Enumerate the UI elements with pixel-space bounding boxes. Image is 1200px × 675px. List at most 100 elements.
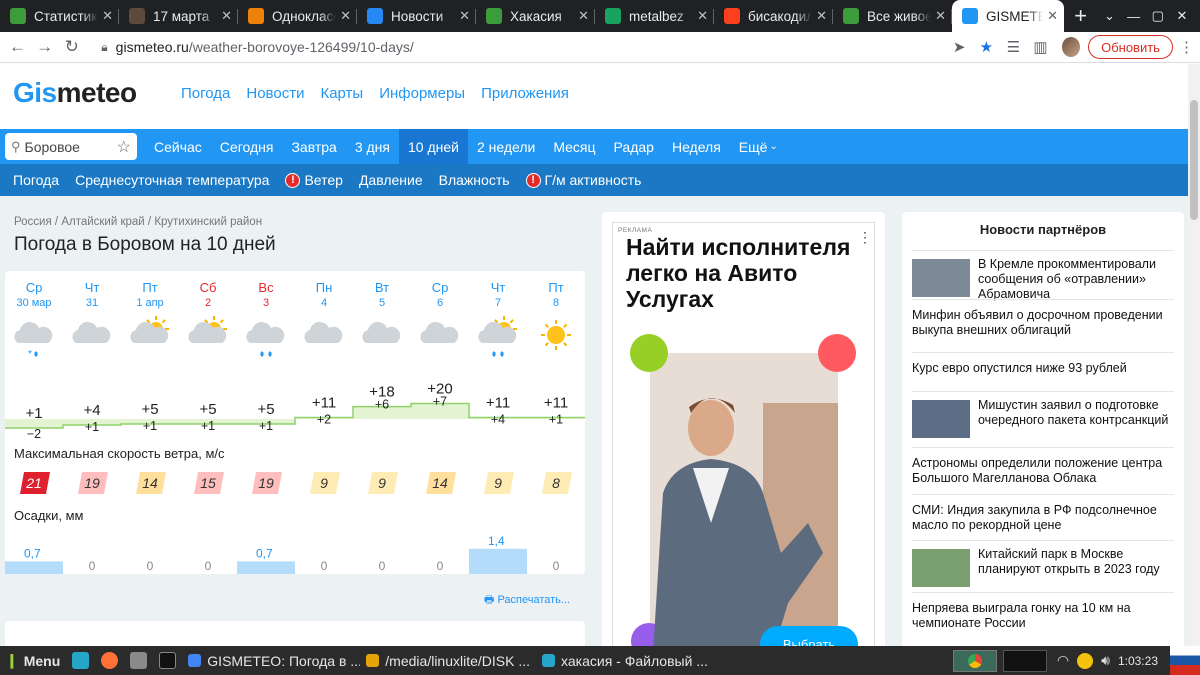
- main-nav-link[interactable]: Информеры: [379, 85, 465, 102]
- keyboard-layout-flag-icon[interactable]: [1170, 646, 1200, 675]
- browser-tab[interactable]: metalbez ✕: [595, 0, 714, 32]
- news-item[interactable]: Мишустин заявил о подготовке очередного …: [912, 391, 1174, 438]
- period-tab[interactable]: Радар: [605, 129, 663, 164]
- main-nav-link[interactable]: Новости: [246, 85, 304, 102]
- reload-icon[interactable]: ↻: [58, 37, 85, 57]
- volume-icon[interactable]: 🔊︎: [1101, 652, 1110, 669]
- period-tab[interactable]: 2 недели: [468, 129, 544, 164]
- more-menu-icon[interactable]: ⋮: [1173, 38, 1200, 56]
- browser-tab[interactable]: бисакодил ✕: [714, 0, 833, 32]
- parameter-tab[interactable]: Влажность: [431, 172, 518, 188]
- photo-icon: [129, 8, 145, 24]
- maximize-icon[interactable]: ▢: [1146, 0, 1170, 32]
- news-item[interactable]: Китайский парк в Москве планируют открыт…: [912, 540, 1174, 587]
- updates-icon[interactable]: [1077, 652, 1094, 669]
- profile-avatar[interactable]: [1062, 37, 1081, 57]
- tab-close-icon[interactable]: ✕: [459, 8, 470, 24]
- period-tab[interactable]: Неделя: [663, 129, 730, 164]
- minimize-icon[interactable]: —: [1122, 0, 1146, 32]
- terminal-launcher-icon[interactable]: [153, 646, 182, 675]
- browser-tab[interactable]: Все живое ✕: [833, 0, 952, 32]
- news-item[interactable]: Курс евро опустился ниже 93 рублей: [912, 352, 1174, 376]
- parameter-tab[interactable]: Погода: [5, 172, 67, 188]
- ad-banner[interactable]: РЕКЛАМА ⋮ Найти исполнителя легко на Ави…: [612, 222, 875, 646]
- tab-close-icon[interactable]: ✕: [578, 8, 589, 24]
- tab-close-icon[interactable]: ✕: [221, 8, 232, 24]
- tab-close-icon[interactable]: ✕: [935, 8, 946, 24]
- news-item[interactable]: В Кремле прокомментировали сообщения об …: [912, 250, 1174, 302]
- side-panel-icon[interactable]: ▥: [1027, 38, 1054, 56]
- browser-tab[interactable]: 17 марта ✕: [119, 0, 238, 32]
- favorite-star-icon[interactable]: ☆: [117, 137, 131, 157]
- tab-close-icon[interactable]: ✕: [1047, 8, 1058, 24]
- news-item[interactable]: Минфин объявил о досрочном проведении вы…: [912, 299, 1174, 338]
- new-tab-button[interactable]: +: [1064, 0, 1097, 32]
- tab-close-icon[interactable]: ✕: [102, 8, 113, 24]
- breadcrumb-item[interactable]: Алтайский край: [61, 216, 144, 228]
- breadcrumb-item[interactable]: Крутихинский район: [154, 216, 262, 228]
- back-icon[interactable]: ←: [4, 37, 31, 57]
- firefox-launcher-icon[interactable]: [95, 646, 124, 675]
- precip-value: 0: [437, 559, 444, 573]
- period-tab[interactable]: Ещё ⌄: [730, 129, 787, 164]
- wind-speed: 19: [84, 475, 100, 491]
- browser-tab[interactable]: Одноклассники✕: [238, 0, 357, 32]
- ad-choose-button[interactable]: Выбрать: [760, 626, 858, 646]
- browser-tab[interactable]: Новости ✕: [357, 0, 476, 32]
- wifi-icon[interactable]: ◠: [1057, 652, 1069, 669]
- day-date: 1 апр: [136, 297, 163, 309]
- page-scrollbar[interactable]: [1188, 64, 1200, 646]
- reading-list-icon[interactable]: ☰: [1000, 38, 1027, 56]
- send-icon[interactable]: ➤: [946, 38, 973, 56]
- parameter-tab[interactable]: ! Ветер: [277, 172, 351, 188]
- main-nav-link[interactable]: Карты: [320, 85, 363, 102]
- taskbar-window[interactable]: хакасия - Файловый ...: [536, 646, 714, 675]
- parameter-tab[interactable]: Среднесуточная температура: [67, 172, 277, 188]
- bookmark-star-icon[interactable]: ★: [973, 38, 1000, 56]
- main-nav-link[interactable]: Приложения: [481, 85, 569, 102]
- breadcrumb-item[interactable]: Россия: [14, 216, 52, 228]
- clock[interactable]: 1:03:23: [1118, 654, 1158, 668]
- workspace-1[interactable]: [952, 649, 997, 672]
- period-tab[interactable]: 10 дней: [398, 129, 468, 164]
- period-tab[interactable]: 3 дня: [346, 129, 399, 164]
- files-launcher-icon[interactable]: [124, 646, 153, 675]
- news-headline: Курс евро опустился ниже 93 рублей: [912, 361, 1127, 375]
- scrollbar-thumb[interactable]: [1190, 100, 1198, 220]
- workspace-2[interactable]: [1002, 649, 1047, 672]
- day-date: 6: [437, 297, 443, 309]
- browser-toolbar: ← → ↻ 🔒︎ gismeteo.ru/weather-borovoye-12…: [0, 32, 1200, 63]
- close-window-icon[interactable]: ✕: [1170, 0, 1194, 32]
- period-tab[interactable]: Завтра: [282, 129, 345, 164]
- period-tab[interactable]: Сейчас: [145, 129, 211, 164]
- news-item[interactable]: СМИ: Индия закупила в РФ подсолнечное ма…: [912, 494, 1174, 533]
- temp-min: +1: [201, 419, 215, 433]
- tab-title: Одноклассники: [272, 8, 336, 24]
- browser-tab[interactable]: Статистика ✕: [0, 0, 119, 32]
- day-of-week: Пт: [548, 280, 563, 295]
- period-tab[interactable]: Сегодня: [211, 129, 283, 164]
- taskbar-window[interactable]: GISMETEO: Погода в ...: [182, 646, 360, 675]
- city-search-input[interactable]: ⚲ Боровое ☆: [5, 133, 137, 160]
- site-logo[interactable]: Gismeteo: [13, 77, 137, 109]
- browser-tab[interactable]: Хакасия ✕: [476, 0, 595, 32]
- forward-icon[interactable]: →: [31, 37, 58, 57]
- tab-close-icon[interactable]: ✕: [816, 8, 827, 24]
- parameter-tab[interactable]: ! Г/м активность: [518, 172, 650, 188]
- print-link[interactable]: 🖶︎ Распечатать...: [484, 591, 570, 610]
- tab-close-icon[interactable]: ✕: [340, 8, 351, 24]
- taskbar-window[interactable]: /media/linuxlite/DISK ...: [360, 646, 536, 675]
- address-bar[interactable]: 🔒︎ gismeteo.ru/weather-borovoye-126499/1…: [93, 34, 833, 60]
- show-desktop-icon[interactable]: [66, 646, 95, 675]
- parameter-tab[interactable]: Давление: [351, 172, 431, 188]
- tab-search-icon[interactable]: ⌄: [1097, 0, 1121, 32]
- main-nav-link[interactable]: Погода: [181, 85, 230, 102]
- update-button[interactable]: Обновить: [1088, 35, 1173, 59]
- browser-tab[interactable]: GISMETEO✕: [952, 0, 1064, 32]
- tab-close-icon[interactable]: ✕: [697, 8, 708, 24]
- period-tab[interactable]: Месяц: [544, 129, 604, 164]
- precip-label: Осадки, мм: [14, 508, 84, 523]
- news-item[interactable]: Астрономы определили положение центра Бо…: [912, 447, 1174, 486]
- start-menu-button[interactable]: ❙ Menu: [0, 646, 66, 675]
- news-item[interactable]: Непряева выиграла гонку на 10 км на чемп…: [912, 592, 1174, 631]
